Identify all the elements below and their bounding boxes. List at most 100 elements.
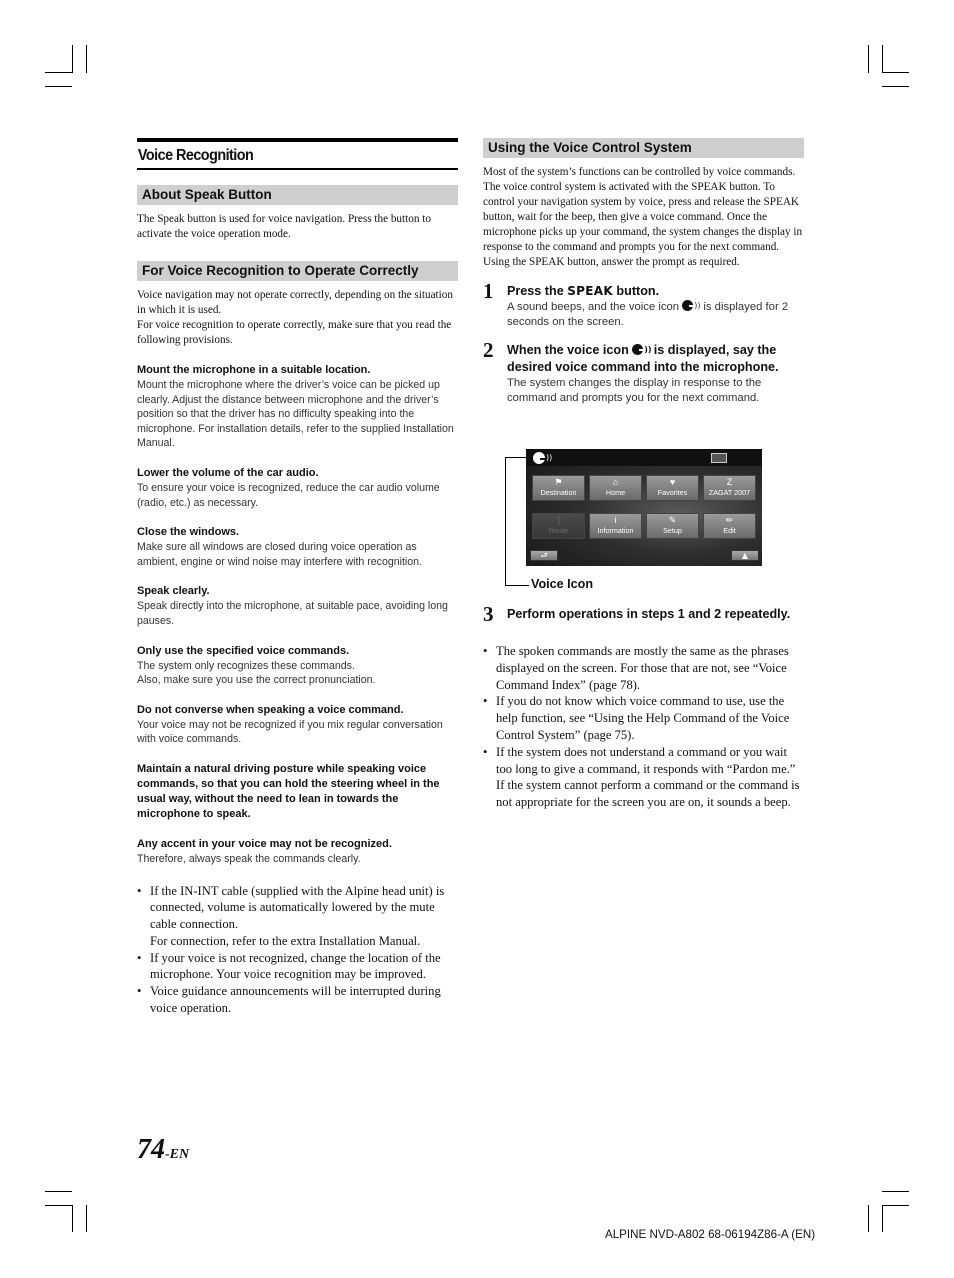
route-icon: ⟆ bbox=[556, 515, 561, 525]
provision-title: Close the windows. bbox=[137, 526, 240, 539]
voice-icon: )) bbox=[682, 300, 700, 311]
right-bullet-list: • The spoken commands are mostly the sam… bbox=[483, 643, 804, 811]
left-column: Voice Recognition About Speak Button The… bbox=[137, 138, 458, 1017]
bullet-item: • If the system does not understand a co… bbox=[483, 744, 804, 811]
bullet-dot: • bbox=[483, 694, 488, 709]
menu-button-setup[interactable]: ✎ Setup bbox=[646, 513, 699, 539]
voice-icon: )) bbox=[632, 344, 652, 355]
step-1: 1 Press the SPEAK button. A sound beeps,… bbox=[483, 279, 804, 330]
step-title: When the voice icon )) is displayed, say… bbox=[507, 342, 804, 376]
voice-control-intro: Most of the system’s functions can be co… bbox=[483, 166, 803, 268]
page-number-value: 74 bbox=[137, 1134, 165, 1165]
heart-icon: ♥ bbox=[669, 477, 676, 487]
about-speak-text: The Speak button is used for voice navig… bbox=[137, 213, 431, 240]
page-language-suffix: -EN bbox=[165, 1147, 190, 1162]
screen-top-bar: )) bbox=[526, 449, 762, 466]
button-label: Edit bbox=[723, 526, 736, 535]
bullet-item: • If your voice is not recognized, chang… bbox=[137, 950, 458, 984]
page-number: 74-EN bbox=[137, 1134, 189, 1166]
menu-button-edit[interactable]: ✏ Edit bbox=[703, 513, 756, 539]
home-icon: ⌂ bbox=[612, 477, 619, 487]
provision-body: The system only recognizes these command… bbox=[137, 659, 355, 672]
button-label: Information bbox=[597, 526, 634, 535]
bullet-text: If your voice is not recognized, change … bbox=[150, 950, 441, 982]
button-label: Favorites bbox=[657, 488, 688, 497]
bullet-dot: • bbox=[137, 950, 142, 965]
step-number: 2 bbox=[483, 338, 494, 362]
bullet-item: • The spoken commands are mostly the sam… bbox=[483, 643, 804, 693]
provision-body: Therefore, always speak the commands cle… bbox=[137, 852, 361, 865]
step-body-text: A sound beeps, and the voice icon bbox=[507, 301, 683, 313]
menu-button-zagat[interactable]: Z ZAGAT 2007 bbox=[703, 475, 756, 501]
voice-icon-callout-label: Voice Icon bbox=[531, 577, 594, 591]
callout-line bbox=[505, 457, 533, 458]
menu-button-favorites[interactable]: ♥ Favorites bbox=[646, 475, 699, 501]
menu-button-destination[interactable]: ⚑ Destination bbox=[532, 475, 585, 501]
bullet-dot: • bbox=[483, 644, 488, 658]
step-3: 3 Perform operations in steps 1 and 2 re… bbox=[483, 602, 804, 626]
document-code: ALPINE NVD-A802 68-06194Z86-A (EN) bbox=[605, 1228, 816, 1241]
bullet-text: Voice guidance announcements will be int… bbox=[150, 984, 441, 1016]
bullet-item: • If you do not know which voice command… bbox=[483, 693, 804, 743]
provision-item: Maintain a natural driving posture while… bbox=[137, 762, 458, 822]
step-body: A sound beeps, and the voice icon )) is … bbox=[507, 300, 804, 330]
zagat-icon: Z bbox=[726, 477, 733, 487]
step-title: Perform operations in steps 1 and 2 repe… bbox=[507, 607, 791, 621]
provision-title: Mount the microphone in a suitable locat… bbox=[137, 364, 371, 376]
map-button[interactable]: ▲ bbox=[731, 550, 759, 561]
operate-intro-1: Voice navigation may not operate correct… bbox=[137, 289, 453, 316]
step-number: 1 bbox=[483, 279, 494, 303]
menu-button-route[interactable]: ⟆ Route bbox=[532, 513, 585, 539]
bullet-dot: • bbox=[483, 744, 488, 759]
callout-line bbox=[505, 585, 529, 586]
right-column: Using the Voice Control System Most of t… bbox=[483, 138, 804, 406]
provision-item: Speak clearly. Speak directly into the m… bbox=[137, 584, 458, 628]
button-label: Destination bbox=[540, 488, 577, 497]
button-label: Route bbox=[548, 526, 569, 535]
provision-body: Make sure all windows are closed during … bbox=[137, 541, 423, 568]
step-title-text: When the voice icon bbox=[507, 343, 633, 357]
button-label: Setup bbox=[663, 526, 682, 535]
bullet-text: If the IN-INT cable (supplied with the A… bbox=[150, 883, 445, 932]
step-title-text: Press the bbox=[507, 284, 568, 298]
provision-item: Mount the microphone in a suitable locat… bbox=[137, 363, 458, 451]
page-title: Voice Recognition bbox=[137, 147, 254, 164]
bullet-extra: For connection, refer to the extra Insta… bbox=[150, 933, 421, 948]
provision-item: Close the windows. Make sure all windows… bbox=[137, 525, 458, 569]
provision-title: Do not converse when speaking a voice co… bbox=[137, 703, 404, 716]
provision-title: Only use the specified voice commands. bbox=[137, 644, 350, 657]
operate-intro-2: For voice recognition to operate correct… bbox=[137, 319, 452, 346]
bullet-text: If the system does not understand a comm… bbox=[496, 744, 800, 810]
provision-title: Lower the volume of the car audio. bbox=[137, 466, 319, 479]
provision-body: Mount the microphone where the driver’s … bbox=[137, 379, 454, 450]
bullet-item: • If the IN-INT cable (supplied with the… bbox=[137, 883, 458, 950]
menu-button-home[interactable]: ⌂ Home bbox=[589, 475, 642, 501]
button-label: ZAGAT 2007 bbox=[708, 488, 751, 497]
back-button[interactable]: ⮐ bbox=[530, 550, 558, 561]
step-title: Press the SPEAK button. bbox=[507, 283, 804, 300]
provision-body: To ensure your voice is recognized, redu… bbox=[137, 481, 440, 509]
voice-icon: )) bbox=[533, 452, 555, 464]
provision-title: Speak clearly. bbox=[137, 585, 210, 598]
bullet-item: • Voice guidance announcements will be i… bbox=[137, 983, 458, 1017]
provision-body: Your voice may not be recognized if you … bbox=[137, 718, 443, 746]
provision-item: Only use the specified voice commands. T… bbox=[137, 644, 458, 688]
menu-button-information[interactable]: i Information bbox=[589, 513, 642, 539]
section-heading-about-speak: About Speak Button bbox=[137, 185, 458, 205]
provision-body-2: Also, make sure you use the correct pron… bbox=[137, 674, 376, 687]
nav-screen-illustration: )) ⚑ Destination ⌂ Home ♥ Favorites Z ZAGAT … bbox=[500, 449, 770, 594]
nav-screen: )) ⚑ Destination ⌂ Home ♥ Favorites Z ZAGAT … bbox=[526, 449, 762, 566]
window-icon[interactable] bbox=[711, 453, 727, 463]
step-number: 3 bbox=[483, 602, 494, 626]
step-title-text: button. bbox=[612, 284, 660, 298]
provision-title: Maintain a natural driving posture while… bbox=[137, 762, 440, 820]
provision-item: Lower the volume of the car audio. To en… bbox=[137, 466, 458, 510]
left-bullet-list: • If the IN-INT cable (supplied with the… bbox=[137, 883, 458, 1017]
speak-key-label: SPEAK bbox=[567, 284, 613, 298]
bullet-text: If you do not know which voice command t… bbox=[496, 694, 790, 742]
section-heading-voice-control: Using the Voice Control System bbox=[483, 138, 804, 158]
provision-title: Any accent in your voice may not be reco… bbox=[137, 837, 392, 850]
step-body: The system changes the display in respon… bbox=[507, 377, 762, 404]
bullet-dot: • bbox=[137, 883, 142, 898]
bullet-text: The spoken commands are mostly the same … bbox=[496, 644, 789, 692]
